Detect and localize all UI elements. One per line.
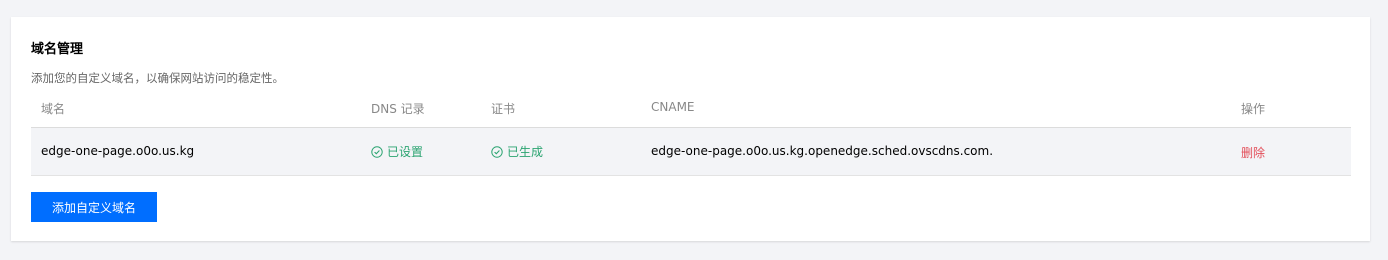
section-description: 添加您的自定义域名，以确保网站访问的稳定性。 [31,71,284,85]
dns-status: 已设置 [371,143,423,160]
cname-cell: edge-one-page.o0o.us.kg.openedge.sched.o… [651,144,994,158]
table-header: 域名 DNS 记录 证书 CNAME 操作 [31,94,1351,128]
header-domain: 域名 [41,102,66,116]
cert-status: 已生成 [491,143,543,160]
delete-link[interactable]: 删除 [1241,144,1265,161]
domain-cell: edge-one-page.o0o.us.kg [41,144,195,158]
domain-management-card: 域名管理 添加您的自定义域名，以确保网站访问的稳定性。 域名 DNS 记录 证书… [11,17,1370,241]
add-custom-domain-button[interactable]: 添加自定义域名 [31,192,157,222]
section-title: 域名管理 [31,42,84,57]
header-dns: DNS 记录 [371,102,425,116]
check-circle-icon [371,145,383,158]
cert-status-label: 已生成 [507,145,544,159]
header-cert: 证书 [491,102,516,116]
header-cname: CNAME [651,100,695,114]
table-row: edge-one-page.o0o.us.kg 已设置 已生成 edge-one… [31,128,1351,176]
check-circle-icon [491,145,503,158]
domain-table: 域名 DNS 记录 证书 CNAME 操作 edge-one-page.o0o.… [31,94,1351,176]
header-actions: 操作 [1241,102,1266,116]
dns-status-label: 已设置 [387,145,424,159]
